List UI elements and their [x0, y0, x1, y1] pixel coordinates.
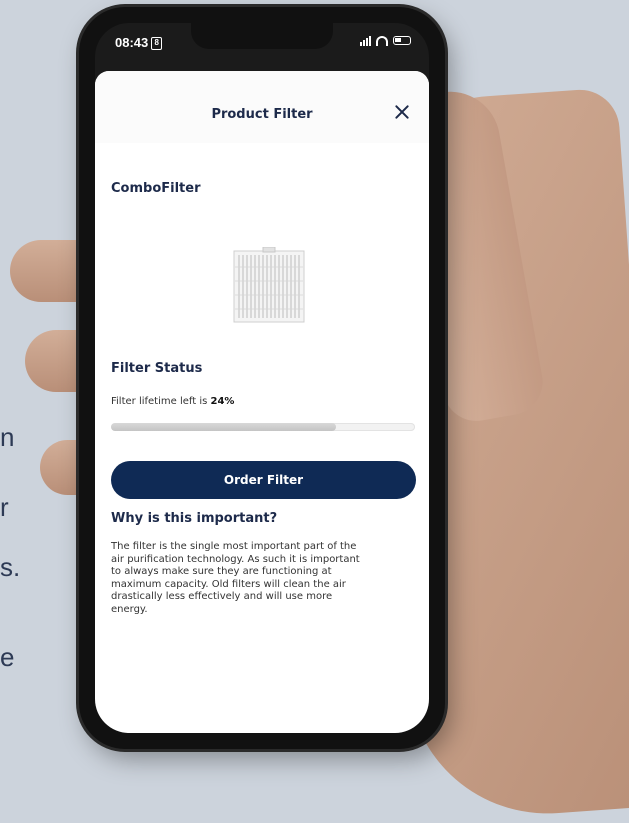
sheet-title: Product Filter [211, 107, 313, 122]
status-bar: 08:43 8 [95, 23, 429, 63]
background-text-fragment-3: s. [0, 552, 21, 582]
background-text-fragment-2: r [0, 492, 9, 522]
importance-heading: Why is this important? [111, 511, 278, 526]
signal-icon [360, 35, 371, 46]
air-filter-image [233, 247, 305, 323]
sheet-header: Product Filter [95, 71, 429, 143]
phone-screen: 08:43 8 Product Filter ComboFilter Filte… [95, 23, 429, 733]
filter-lifetime-label: Filter lifetime left is [111, 396, 208, 407]
filter-lifetime-value: 24% [210, 396, 235, 407]
status-badge-icon: 8 [151, 37, 163, 51]
status-icons [360, 35, 411, 46]
order-filter-button[interactable]: Order Filter [111, 461, 416, 499]
status-time-text: 08:43 [115, 35, 149, 50]
background-text-fragment-4: e [0, 642, 15, 672]
battery-icon [393, 36, 411, 45]
filter-lifetime-progress [111, 423, 415, 431]
phone-frame: 08:43 8 Product Filter ComboFilter Filte… [79, 7, 445, 749]
filter-lifetime-text: Filter lifetime left is 24% [111, 396, 234, 407]
close-icon[interactable] [391, 101, 413, 123]
filter-lifetime-progress-fill [111, 423, 336, 431]
filter-status-heading: Filter Status [111, 361, 203, 376]
wifi-icon [376, 35, 388, 46]
importance-body: The filter is the single most important … [111, 541, 360, 615]
phone-notch [191, 23, 333, 49]
product-name: ComboFilter [111, 181, 201, 196]
background-text-fragment-1: n [0, 422, 15, 452]
product-filter-sheet: Product Filter ComboFilter Filter Status… [95, 71, 429, 733]
status-time: 08:43 8 [115, 35, 163, 51]
